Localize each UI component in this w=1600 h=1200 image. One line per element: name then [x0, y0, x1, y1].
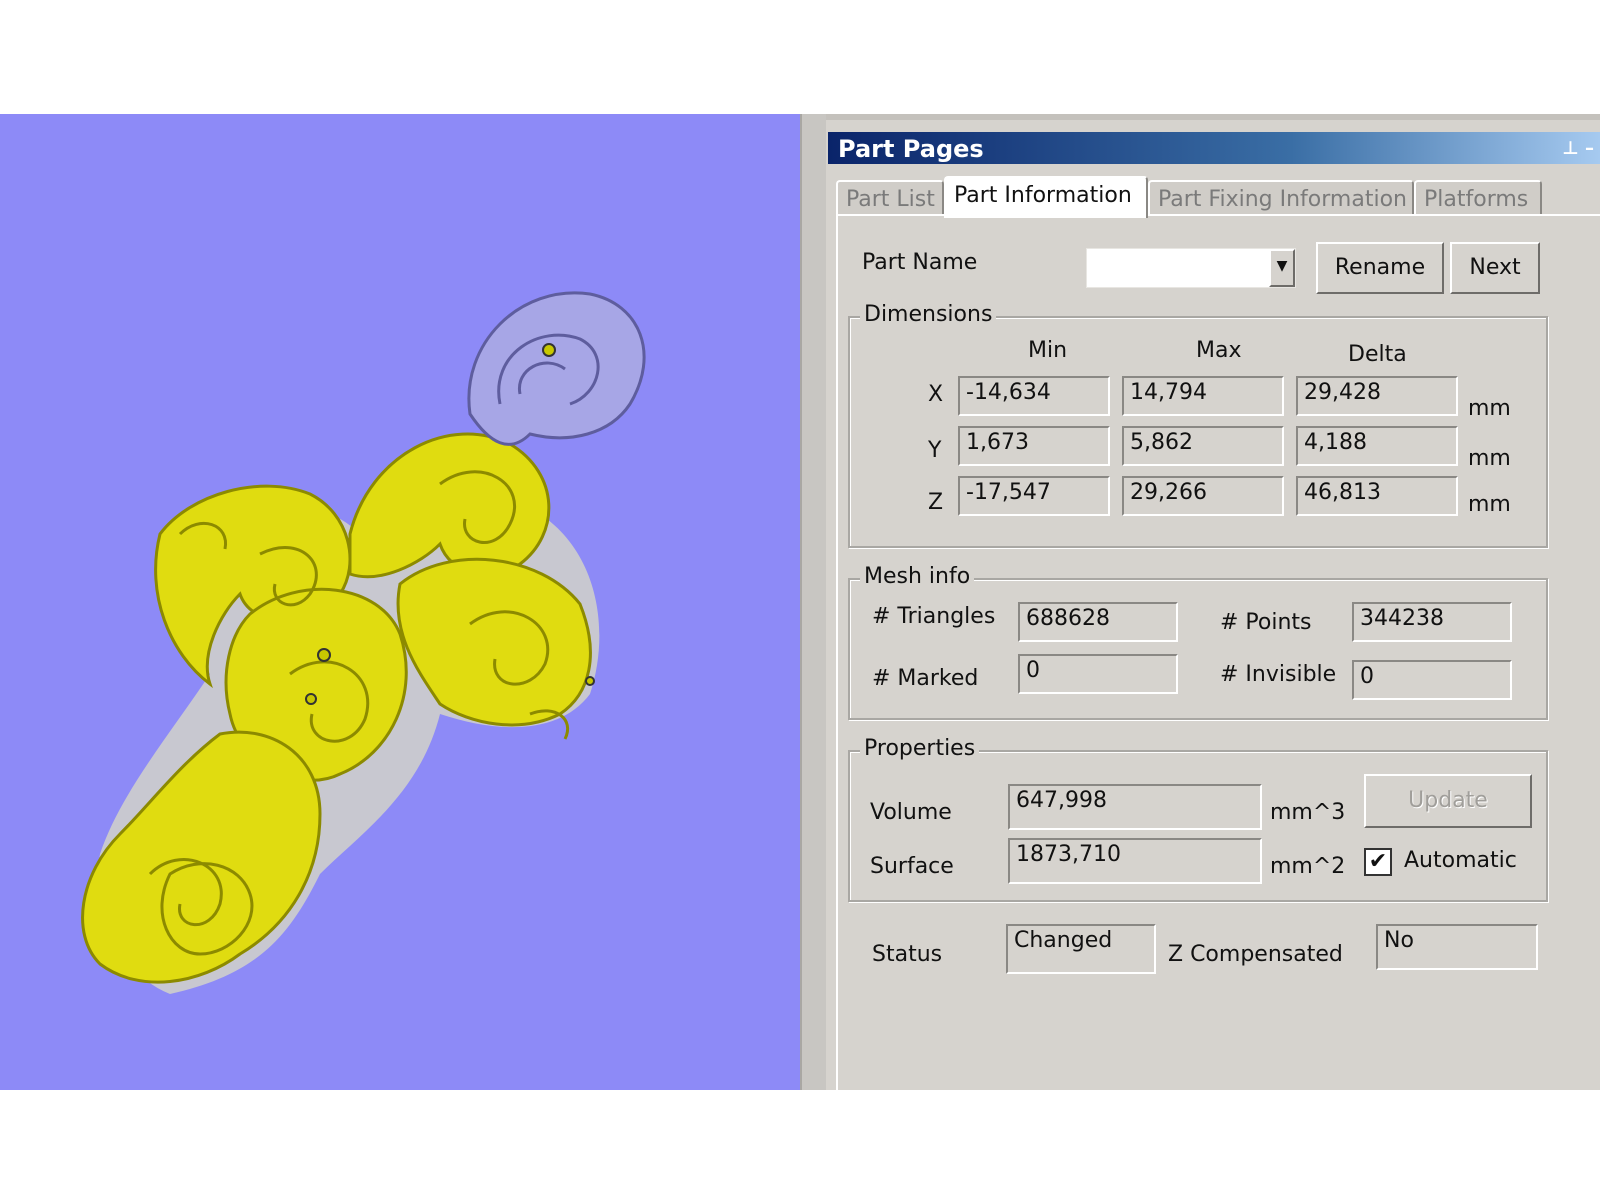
y-delta-field[interactable]: 4,188	[1296, 426, 1458, 466]
volume-unit: mm^3	[1270, 800, 1346, 825]
tab-platforms[interactable]: Platforms	[1414, 180, 1542, 216]
x-unit: mm	[1468, 396, 1511, 421]
x-min-field[interactable]: -14,634	[958, 376, 1110, 416]
tab-part-information[interactable]: Part Information	[944, 176, 1148, 218]
part-information-page: Part Name ▼ Rename Next Dimensions Min M…	[836, 214, 1600, 1090]
rename-button[interactable]: Rename	[1316, 242, 1444, 294]
y-min-field[interactable]: 1,673	[958, 426, 1110, 466]
panel-titlebar: Part Pages ⊥ –	[828, 132, 1600, 164]
triangles-field[interactable]: 688628	[1018, 602, 1178, 642]
properties-title: Properties	[860, 736, 980, 761]
triangles-label: # Triangles	[872, 604, 996, 629]
dimensions-group: Dimensions Min Max Delta X -14,634 14,79…	[848, 302, 1548, 548]
points-field[interactable]: 344238	[1352, 602, 1512, 642]
next-button[interactable]: Next	[1450, 242, 1540, 294]
automatic-label: Automatic	[1404, 848, 1517, 873]
dimensions-title: Dimensions	[860, 302, 997, 327]
mesh-info-title: Mesh info	[860, 564, 975, 589]
z-compensated-field[interactable]: No	[1376, 924, 1538, 970]
x-max-field[interactable]: 14,794	[1122, 376, 1284, 416]
control-point[interactable]	[585, 676, 595, 686]
col-min-header: Min	[1028, 338, 1068, 363]
surface-unit: mm^2	[1270, 854, 1346, 879]
properties-group: Properties Volume 647,998 mm^3 Update Su…	[848, 736, 1548, 902]
part-name-dropdown[interactable]: ▼	[1086, 248, 1296, 288]
panel-title: Part Pages	[838, 135, 984, 163]
z-compensated-label: Z Compensated	[1168, 942, 1343, 967]
marked-label: # Marked	[872, 666, 979, 691]
z-min-field[interactable]: -17,547	[958, 476, 1110, 516]
tab-part-fixing-information[interactable]: Part Fixing Information	[1148, 180, 1414, 216]
x-delta-field[interactable]: 29,428	[1296, 376, 1458, 416]
control-point[interactable]	[305, 693, 317, 705]
invisible-field[interactable]: 0	[1352, 660, 1512, 700]
axis-x-label: X	[928, 382, 944, 407]
z-unit: mm	[1468, 492, 1511, 517]
surface-field[interactable]: 1873,710	[1008, 838, 1262, 884]
3d-viewport[interactable]	[0, 114, 800, 1090]
volume-field[interactable]: 647,998	[1008, 784, 1262, 830]
y-max-field[interactable]: 5,862	[1122, 426, 1284, 466]
axis-y-label: Y	[928, 438, 942, 463]
automatic-checkbox[interactable]: ✔	[1364, 848, 1392, 876]
control-point[interactable]	[317, 648, 331, 662]
tab-part-list[interactable]: Part List	[836, 180, 944, 216]
marked-field[interactable]: 0	[1018, 654, 1178, 694]
pendant-model[interactable]	[0, 114, 800, 1090]
z-delta-field[interactable]: 46,813	[1296, 476, 1458, 516]
z-max-field[interactable]: 29,266	[1122, 476, 1284, 516]
col-max-header: Max	[1196, 338, 1242, 363]
part-pages-panel: Part Pages ⊥ – Part List Part Informatio…	[826, 114, 1600, 1090]
chevron-down-icon[interactable]: ▼	[1269, 249, 1295, 287]
status-field[interactable]: Changed	[1006, 924, 1156, 974]
splitter[interactable]	[800, 114, 826, 1090]
mesh-info-group: Mesh info # Triangles 688628 # Points 34…	[848, 564, 1548, 720]
control-point[interactable]	[542, 343, 556, 357]
pendant-bail	[467, 291, 646, 446]
points-label: # Points	[1220, 610, 1312, 635]
surface-label: Surface	[870, 854, 954, 879]
volume-label: Volume	[870, 800, 952, 825]
part-name-label: Part Name	[862, 250, 978, 275]
invisible-label: # Invisible	[1220, 662, 1337, 687]
pin-close-icons[interactable]: ⊥ –	[1562, 132, 1594, 166]
y-unit: mm	[1468, 446, 1511, 471]
col-delta-header: Delta	[1348, 342, 1407, 367]
update-button[interactable]: Update	[1364, 774, 1532, 828]
axis-z-label: Z	[928, 490, 944, 515]
status-label: Status	[872, 942, 943, 967]
